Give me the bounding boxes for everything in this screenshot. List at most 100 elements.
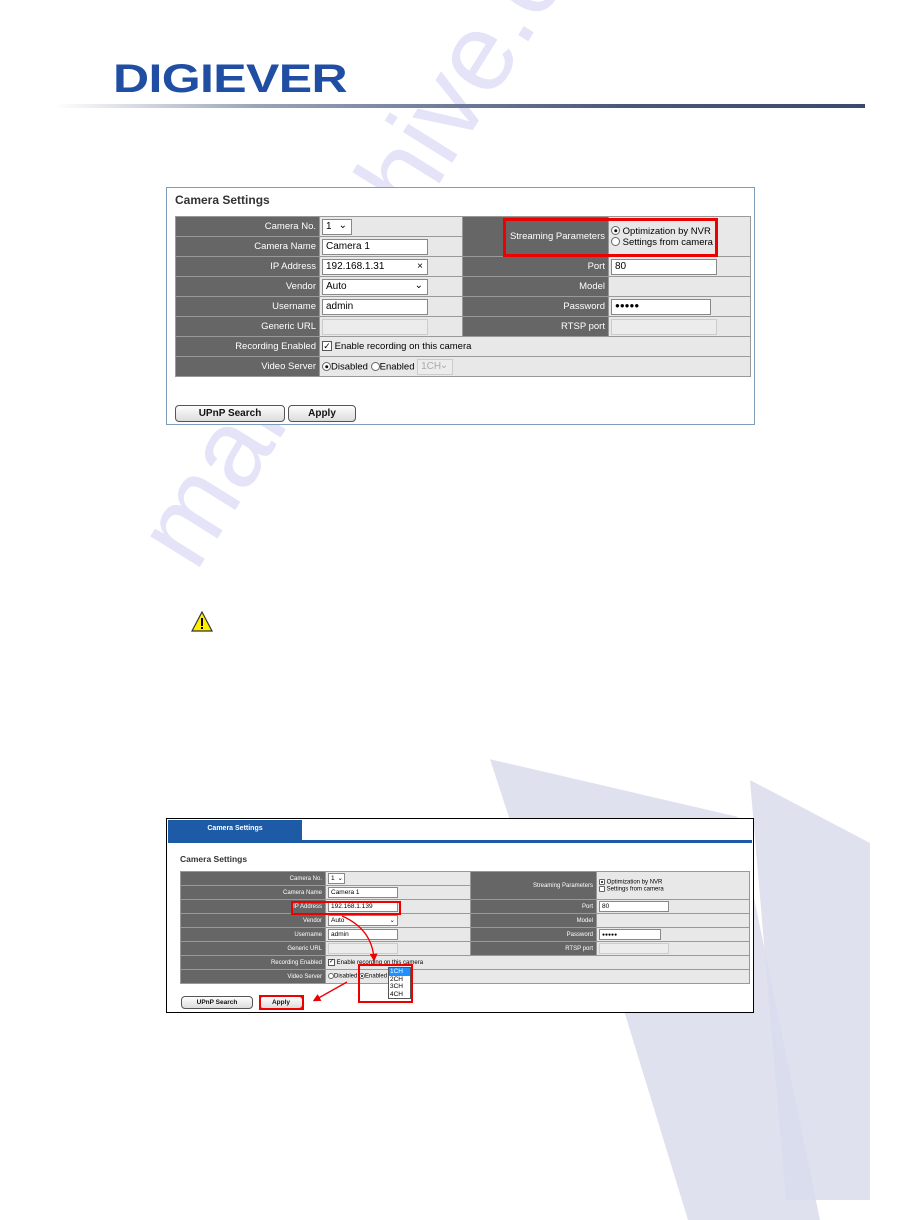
panel-title: Camera Settings xyxy=(175,193,270,207)
label-camera-name: Camera Name xyxy=(175,236,320,257)
rtsp-port-input[interactable] xyxy=(599,943,669,954)
camera-name-input[interactable]: Camera 1 xyxy=(328,887,398,898)
channel-value: 1CH xyxy=(421,360,442,372)
label-model: Model xyxy=(462,276,609,297)
apply-button[interactable]: Apply xyxy=(288,405,356,422)
channel-option[interactable]: 3CH xyxy=(389,983,410,991)
radio-icon[interactable] xyxy=(599,885,605,892)
label-username: Username xyxy=(175,296,320,317)
channel-option[interactable]: 1CH xyxy=(389,968,410,976)
generic-url-input[interactable] xyxy=(328,943,398,954)
header-divider xyxy=(55,104,865,108)
label-video-server: Video Server xyxy=(180,969,326,984)
upnp-search-button[interactable]: UPnP Search xyxy=(181,996,253,1009)
channel-option[interactable]: 2CH xyxy=(389,976,410,984)
camera-settings-panel: Camera Settings Camera No. 1 ⌄ Streaming… xyxy=(166,187,755,425)
label-camera-no: Camera No. xyxy=(180,871,326,886)
ip-address-input[interactable]: 192.168.1.31 × xyxy=(322,258,428,275)
camera-no-select[interactable]: 1 ⌄ xyxy=(328,873,345,884)
label-recording-enabled: Recording Enabled xyxy=(180,955,326,970)
disabled-label: Disabled xyxy=(334,973,358,980)
panel-title: Camera Settings xyxy=(180,854,248,864)
video-server-enabled-radio[interactable] xyxy=(370,362,380,371)
label-rtsp-port: RTSP port xyxy=(462,316,609,337)
label-port: Port xyxy=(470,899,597,914)
camera-no-value: 1 xyxy=(326,220,332,232)
label-generic-url: Generic URL xyxy=(180,941,326,956)
upnp-search-button[interactable]: UPnP Search xyxy=(175,405,285,422)
camera-name-input[interactable]: Camera 1 xyxy=(322,238,428,255)
label-video-server: Video Server xyxy=(175,356,320,377)
label-password: Password xyxy=(470,927,597,942)
streaming-option-nvr[interactable]: Optimization by NVR xyxy=(599,878,747,886)
recording-checkbox-label: Enable recording on this camera xyxy=(334,341,472,352)
warning-icon xyxy=(191,611,213,632)
label-vendor: Vendor xyxy=(175,276,320,297)
password-input[interactable]: ●●●●● xyxy=(611,298,711,315)
username-input[interactable]: admin xyxy=(322,298,428,315)
enabled-label: Enabled xyxy=(365,973,388,980)
label-vendor: Vendor xyxy=(180,913,326,928)
channel-select[interactable]: 1CH ⌄ xyxy=(417,358,454,375)
chevron-down-icon: ⌄ xyxy=(338,219,347,231)
ip-address-input[interactable]: 192.168.1.139 xyxy=(328,901,398,912)
chevron-down-icon: ⌄ xyxy=(439,359,449,371)
apply-button[interactable]: Apply xyxy=(259,996,303,1009)
recording-checkbox-label: Enable recording on this camera xyxy=(336,960,424,967)
vendor-value: Auto xyxy=(326,280,347,292)
label-camera-no: Camera No. xyxy=(175,216,320,237)
label-generic-url: Generic URL xyxy=(175,316,320,337)
generic-url-input[interactable] xyxy=(322,318,428,335)
camera-no-value: 1 xyxy=(331,875,335,882)
option-label: Optimization by NVR xyxy=(622,225,711,237)
camera-settings-table: Camera No. 1 ⌄ Streaming Parameters Opti… xyxy=(175,216,751,377)
streaming-option-camera[interactable]: Settings from camera xyxy=(611,237,748,248)
enabled-label: Enabled xyxy=(379,361,415,373)
tab-camera-settings[interactable]: Camera Settings xyxy=(168,820,302,840)
vendor-value: Auto xyxy=(331,917,345,924)
chevron-down-icon: ⌄ xyxy=(389,917,395,924)
recording-checkbox[interactable]: ✓ xyxy=(328,958,335,966)
label-password: Password xyxy=(462,296,609,317)
option-label: Optimization by NVR xyxy=(606,879,663,886)
recording-checkbox[interactable]: ✓ xyxy=(322,341,332,352)
option-label: Settings from camera xyxy=(606,886,664,893)
radio-icon[interactable] xyxy=(611,226,620,236)
brand-logo: DIGIEVER xyxy=(113,57,348,101)
option-label: Settings from camera xyxy=(622,236,713,248)
username-input[interactable]: admin xyxy=(328,929,398,940)
label-username: Username xyxy=(180,927,326,942)
label-camera-name: Camera Name xyxy=(180,885,326,900)
streaming-option-camera[interactable]: Settings from camera xyxy=(599,885,747,893)
chevron-down-icon: ⌄ xyxy=(337,875,343,882)
model-value xyxy=(608,276,751,297)
rtsp-port-input[interactable] xyxy=(611,318,717,335)
vendor-select[interactable]: Auto ⌄ xyxy=(322,278,428,295)
label-recording-enabled: Recording Enabled xyxy=(175,336,320,357)
vendor-select[interactable]: Auto ⌄ xyxy=(328,915,398,926)
ip-address-value: 192.168.1.31 xyxy=(326,260,385,272)
camera-no-select[interactable]: 1 ⌄ xyxy=(322,218,352,235)
clear-icon[interactable]: × xyxy=(417,261,423,272)
camera-settings-screenshot-2: Camera Settings Camera Settings Camera N… xyxy=(166,818,754,1013)
radio-icon[interactable] xyxy=(611,237,620,247)
arrow-dropdown-to-apply xyxy=(312,981,348,1002)
label-streaming-parameters: Streaming Parameters xyxy=(470,871,597,900)
camera-settings-table: Camera No. 1 ⌄ Streaming Parameters Optim… xyxy=(180,871,750,984)
port-input[interactable]: 80 xyxy=(611,258,717,275)
label-streaming-parameters: Streaming Parameters xyxy=(462,216,609,257)
label-rtsp-port: RTSP port xyxy=(470,941,597,956)
label-ip-address: IP Address xyxy=(180,899,326,914)
tab-bar: Camera Settings xyxy=(168,820,752,843)
label-ip-address: IP Address xyxy=(175,256,320,277)
channel-dropdown-list: 1CH 2CH 3CH 4CH xyxy=(388,967,411,999)
radio-icon[interactable] xyxy=(599,878,605,885)
video-server-disabled-radio[interactable] xyxy=(322,362,331,371)
password-input[interactable]: ●●●●● xyxy=(599,929,661,940)
chevron-down-icon: ⌄ xyxy=(414,279,423,291)
channel-option[interactable]: 4CH xyxy=(389,991,410,999)
port-input[interactable]: 80 xyxy=(599,901,669,912)
label-model: Model xyxy=(470,913,597,928)
streaming-option-nvr[interactable]: Optimization by NVR xyxy=(611,226,748,237)
disabled-label: Disabled xyxy=(331,361,368,373)
